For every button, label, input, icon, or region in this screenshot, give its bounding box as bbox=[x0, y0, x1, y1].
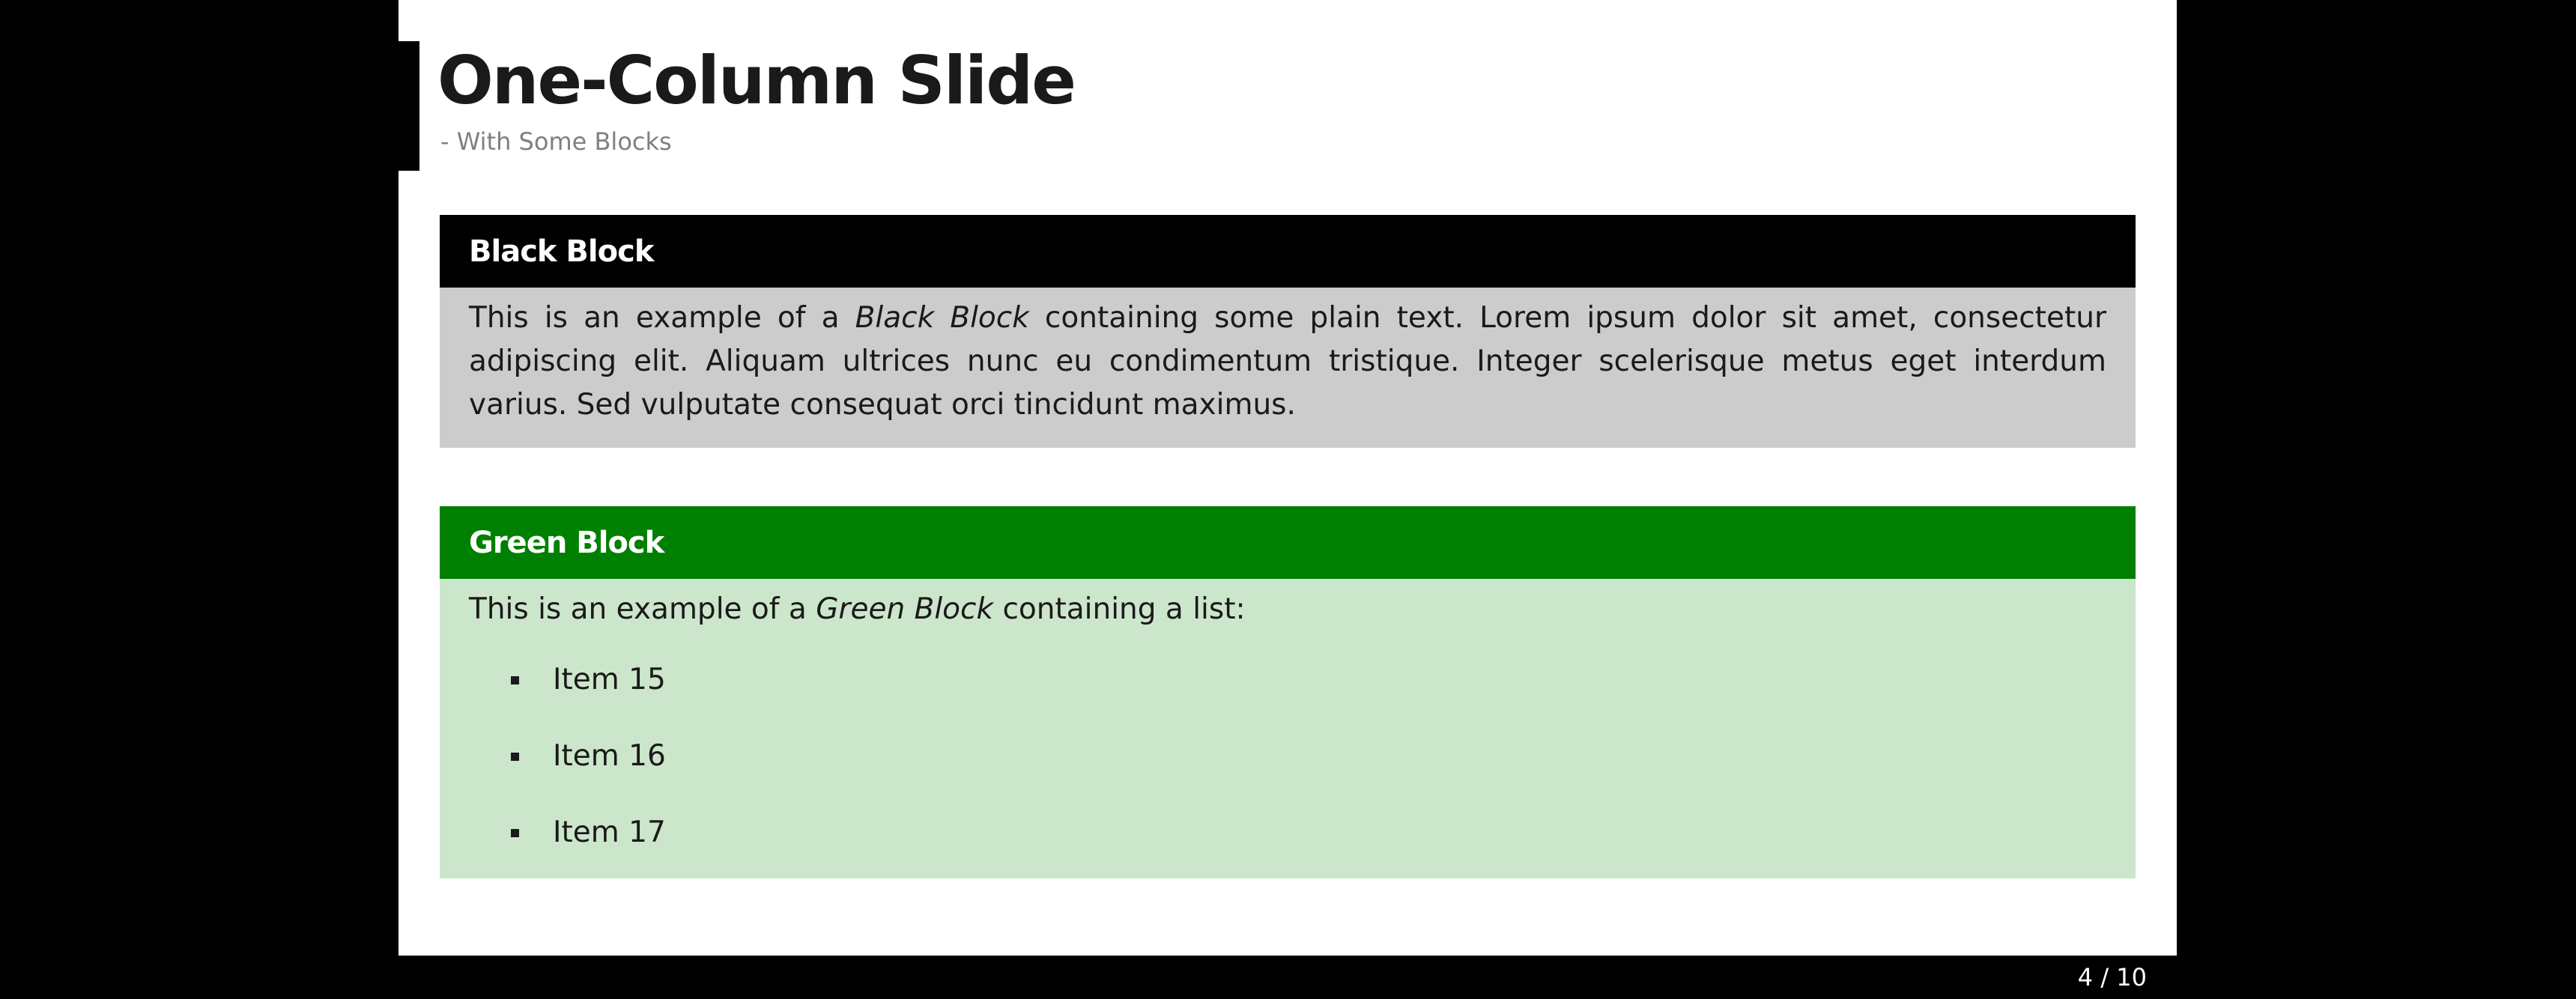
item-list: Item 15 Item 16 Item 17 bbox=[469, 642, 2106, 871]
green-block-text-end: containing a list: bbox=[993, 592, 1246, 626]
black-block: Black Block This is an example of a Blac… bbox=[440, 215, 2136, 448]
green-block-text-start: This is an example of a bbox=[469, 592, 816, 626]
list-item: Item 17 bbox=[511, 795, 2106, 871]
green-block: Green Block This is an example of a Gree… bbox=[440, 506, 2136, 878]
green-block-text-emphasis: Green Block bbox=[816, 592, 994, 626]
slide-title: One-Column Slide bbox=[437, 42, 1076, 119]
square-bullet-icon bbox=[511, 676, 519, 684]
footer-bar: 4 / 10 bbox=[398, 956, 2177, 999]
black-block-title: Black Block bbox=[440, 215, 2136, 288]
green-block-body: This is an example of a Green Block cont… bbox=[440, 579, 2136, 878]
slide-subtitle: - With Some Blocks bbox=[440, 127, 672, 156]
list-item-label: Item 16 bbox=[553, 739, 666, 773]
list-item-label: Item 15 bbox=[553, 663, 666, 696]
slide: One-Column Slide - With Some Blocks Blac… bbox=[398, 0, 2177, 999]
page-number: 4 / 10 bbox=[2077, 963, 2147, 992]
green-block-text: This is an example of a Green Block cont… bbox=[469, 588, 2106, 631]
black-block-text-emphasis: Black Block bbox=[855, 301, 1029, 335]
green-block-title: Green Block bbox=[440, 506, 2136, 579]
square-bullet-icon bbox=[511, 753, 519, 761]
list-item-label: Item 17 bbox=[553, 816, 666, 849]
black-block-body: This is an example of a Black Block cont… bbox=[440, 288, 2136, 448]
list-item: Item 16 bbox=[511, 718, 2106, 795]
black-block-text: This is an example of a Black Block cont… bbox=[469, 297, 2106, 427]
list-item: Item 15 bbox=[511, 642, 2106, 718]
square-bullet-icon bbox=[511, 829, 519, 837]
black-block-text-start: This is an example of a bbox=[469, 301, 855, 335]
title-accent-bar bbox=[398, 41, 419, 171]
